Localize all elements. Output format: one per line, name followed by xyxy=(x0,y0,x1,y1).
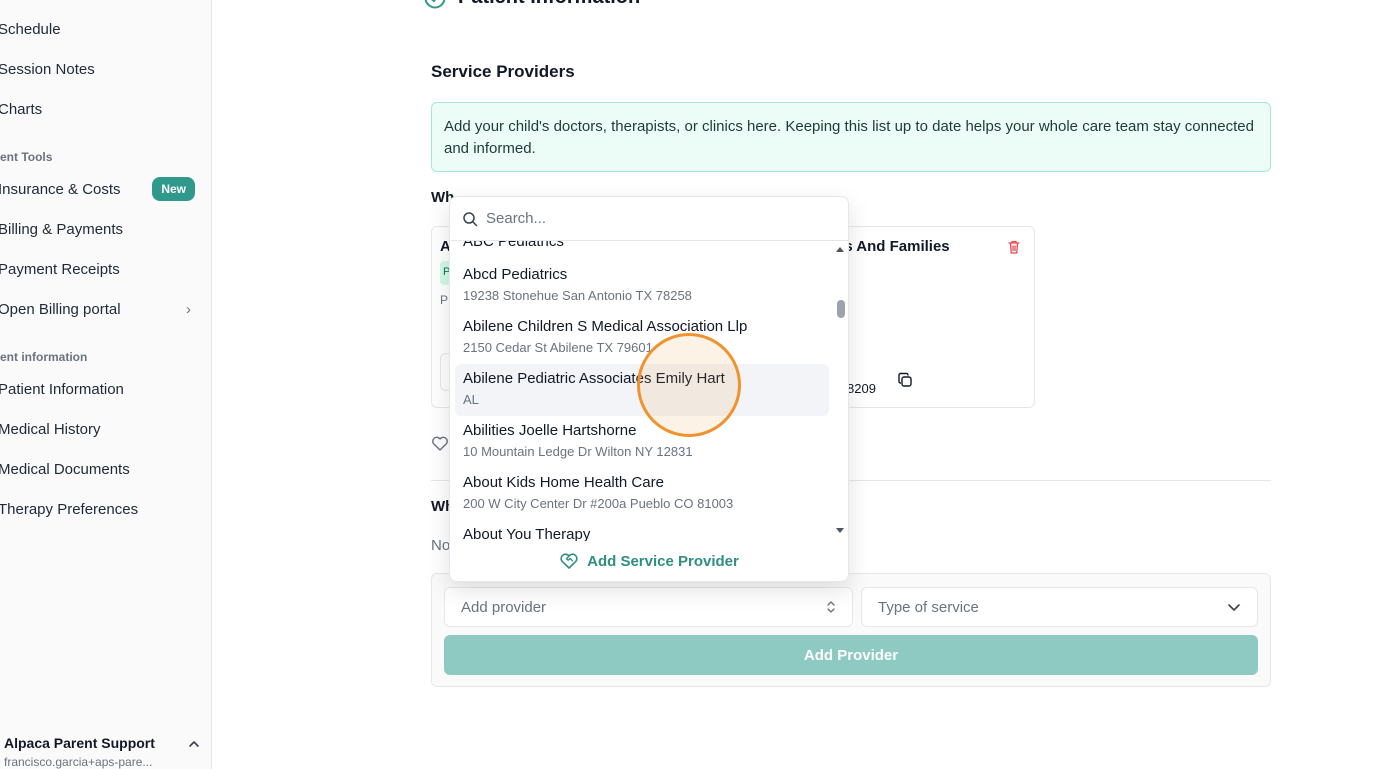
sidebar-item-charts[interactable]: Charts xyxy=(0,92,195,126)
provider-card-text: P xyxy=(440,293,449,307)
empty-state-text: No xyxy=(431,537,451,554)
sidebar-item-label: Payment Receipts xyxy=(0,260,120,278)
sidebar-item-payment-receipts[interactable]: Payment Receipts xyxy=(0,252,195,286)
sidebar-item-label: Charts xyxy=(0,100,43,118)
sidebar: Schedule Session Notes Charts ent Tools … xyxy=(0,0,212,769)
sidebar-item-label: Billing & Payments xyxy=(0,220,124,238)
option-name: About Kids Home Health Care xyxy=(463,474,664,491)
sidebar-item-label: Patient Information xyxy=(0,380,124,398)
page-header: Patient Information xyxy=(424,0,640,9)
option-address: 10 Mountain Ledge Dr Wilton NY 12831 xyxy=(463,444,693,459)
user-name: Alpaca Parent Support xyxy=(4,735,155,751)
sidebar-item-billing-payments[interactable]: Billing & Payments xyxy=(0,212,195,246)
chevron-down-icon xyxy=(1228,604,1240,611)
option-name: Abilene Children S Medical Association L… xyxy=(463,318,748,335)
sidebar-item-label: Session Notes xyxy=(0,60,95,78)
heart-handshake-icon xyxy=(560,553,578,569)
dropdown-option[interactable]: Abilene Children S Medical Association L… xyxy=(455,312,829,364)
sidebar-item-schedule[interactable]: Schedule xyxy=(0,12,195,46)
page-title: Patient Information xyxy=(458,0,640,9)
sidebar-item-open-billing-portal[interactable]: Open Billing portal › xyxy=(0,292,195,326)
option-name: ABC Pediatrics xyxy=(463,241,564,250)
check-circle-icon xyxy=(424,0,446,8)
sidebar-item-label: Insurance & Costs xyxy=(0,180,121,198)
sidebar-item-label: Medical History xyxy=(0,420,101,438)
option-name: Abcd Pediatrics xyxy=(463,266,568,283)
info-callout: Add your child's doctors, therapists, or… xyxy=(431,102,1271,172)
sidebar-item-label: Therapy Preferences xyxy=(0,500,139,518)
add-service-provider-label: Add Service Provider xyxy=(587,552,739,570)
heart-handshake-icon xyxy=(432,436,448,451)
option-name: Abilities Joelle Hartshorne xyxy=(463,422,637,439)
dropdown-search xyxy=(450,197,848,241)
provider-card: ids And Families 8209 xyxy=(831,226,1035,408)
option-address: 2150 Cedar St Abilene TX 79601 xyxy=(463,340,653,355)
dropdown-option[interactable]: About Kids Home Health Care 200 W City C… xyxy=(455,468,829,520)
dropdown-option[interactable]: Abcd Pediatrics 19238 Stonehue San Anton… xyxy=(455,260,829,312)
dropdown-scrollbar-thumb[interactable] xyxy=(837,300,845,318)
sidebar-item-label: Open Billing portal xyxy=(0,300,121,318)
option-name: About You Therapy xyxy=(463,526,591,541)
sidebar-item-label: Schedule xyxy=(0,20,61,38)
service-providers-title: Service Providers xyxy=(431,62,575,81)
user-email: francisco.garcia+aps-pare... xyxy=(4,755,153,769)
chevron-right-icon: › xyxy=(186,300,191,318)
sidebar-item-therapy-preferences[interactable]: Therapy Preferences xyxy=(0,492,195,526)
option-address: 200 W City Center Dr #200a Pueblo CO 810… xyxy=(463,496,734,511)
dropdown-option[interactable]: About You Therapy xyxy=(455,520,829,541)
chevron-up-icon xyxy=(189,741,199,747)
search-icon xyxy=(463,211,478,226)
scroll-down-arrow-icon[interactable] xyxy=(835,527,845,535)
add-service-provider-link[interactable]: Add Service Provider xyxy=(450,545,848,577)
sidebar-item-medical-history[interactable]: Medical History xyxy=(0,412,195,446)
cursor-highlight xyxy=(637,333,741,437)
sidebar-item-session-notes[interactable]: Session Notes xyxy=(0,52,195,86)
sidebar-item-medical-documents[interactable]: Medical Documents xyxy=(0,452,195,486)
dropdown-option[interactable]: Abilities Joelle Hartshorne 10 Mountain … xyxy=(455,416,829,468)
option-address: 19238 Stonehue San Antonio TX 78258 xyxy=(463,288,692,303)
add-provider-panel: Add provider Type of service Add Provide… xyxy=(431,573,1271,687)
copy-icon[interactable] xyxy=(897,372,913,388)
sidebar-section-tools: ent Tools xyxy=(0,150,53,164)
add-provider-button[interactable]: Add Provider xyxy=(444,635,1258,675)
sidebar-item-insurance-costs[interactable]: Insurance & Costs New xyxy=(0,172,195,206)
provider-select-placeholder: Add provider xyxy=(461,598,547,616)
sidebar-section-information: ent information xyxy=(0,350,88,364)
scroll-up-arrow-icon[interactable] xyxy=(835,245,845,253)
chevrons-up-down-icon xyxy=(827,601,835,613)
trash-icon[interactable] xyxy=(1006,239,1022,255)
sidebar-item-patient-information[interactable]: Patient Information xyxy=(0,372,195,406)
service-type-select[interactable]: Type of service xyxy=(861,587,1258,627)
user-menu[interactable]: Alpaca Parent Support francisco.garcia+a… xyxy=(4,729,201,769)
provider-select[interactable]: Add provider xyxy=(444,587,853,627)
service-type-placeholder: Type of service xyxy=(878,598,979,616)
new-badge: New xyxy=(152,177,195,201)
provider-phone: 8209 xyxy=(847,381,876,396)
sidebar-item-label: Medical Documents xyxy=(0,460,130,478)
dropdown-search-input[interactable] xyxy=(486,210,836,227)
